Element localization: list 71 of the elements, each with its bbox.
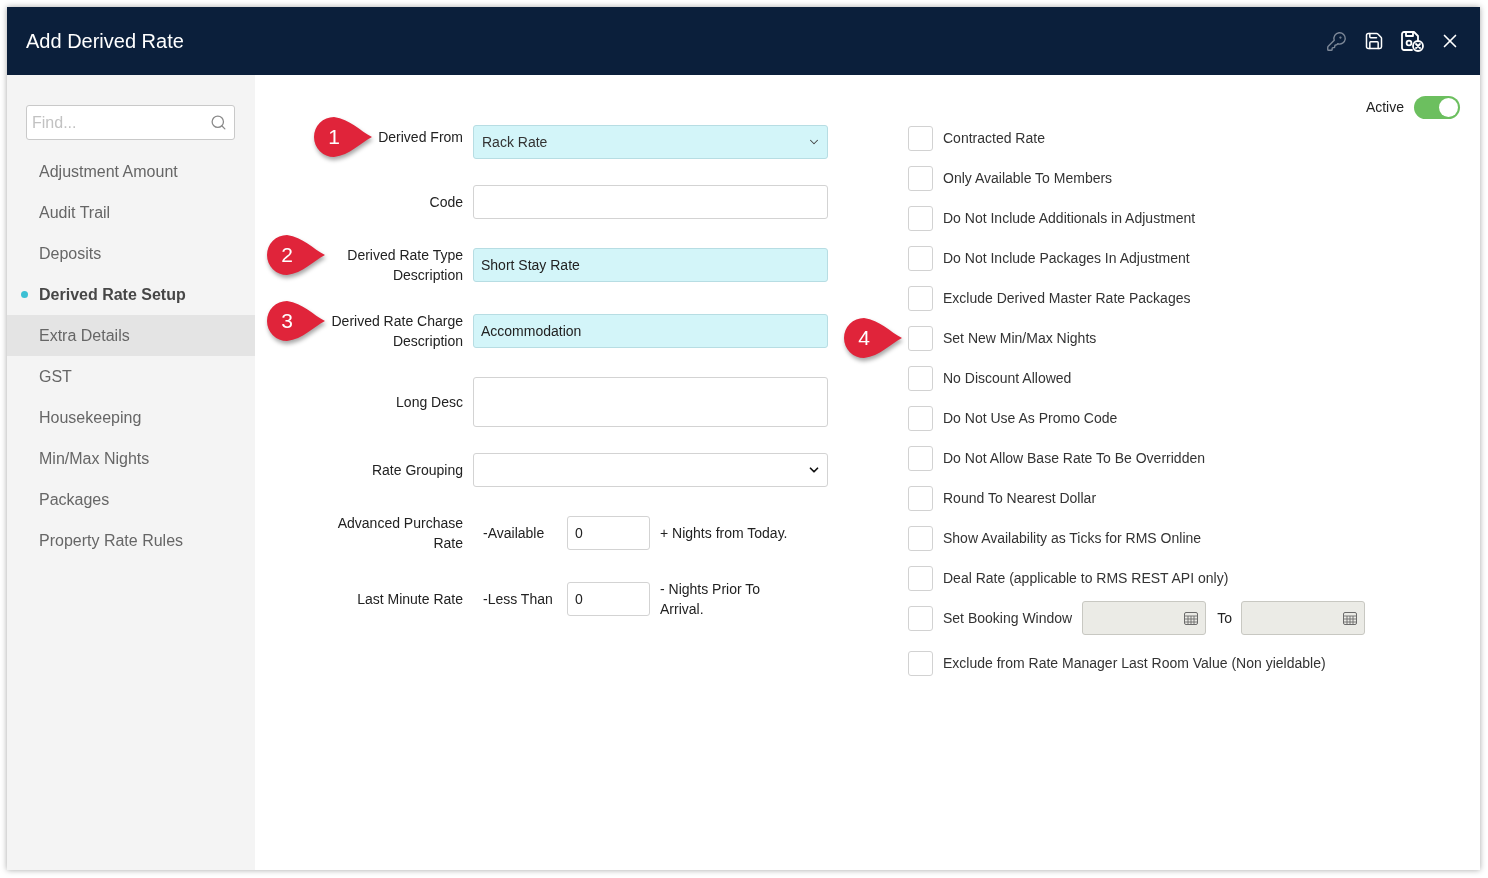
window-title: Add Derived Rate (26, 29, 184, 53)
field-suffix: - Nights Prior To Arrival. (660, 580, 762, 619)
field-label: Last Minute Rate (357, 590, 463, 609)
option-label: Set New Min/Max Nights (943, 330, 1097, 346)
checkbox[interactable] (908, 365, 933, 391)
field-prefix: -Available (483, 525, 546, 541)
field-label: Derived Rate Charge Description (331, 312, 463, 351)
date-field[interactable] (1082, 601, 1207, 635)
field-label: Rate Grouping (371, 461, 463, 480)
checkbox[interactable] (908, 485, 933, 511)
sidebar-item[interactable]: Extra Details (7, 315, 255, 356)
field-label: Derived Rate Type Description (346, 246, 463, 285)
select-field[interactable] (473, 453, 828, 487)
to-label: To (1217, 610, 1232, 626)
option-label: Show Availability as Ticks for RMS Online (943, 530, 1202, 546)
textarea-field[interactable] (473, 377, 828, 427)
option-label: Exclude from Rate Manager Last Room Value (Non yieldable) (943, 655, 1326, 671)
calendar-icon (1184, 611, 1199, 625)
date-field[interactable] (1241, 601, 1365, 635)
option-label: Do Not Include Packages In Adjustment (943, 250, 1190, 266)
key-icon (1325, 30, 1347, 52)
select-field[interactable]: Rack Rate (473, 125, 828, 159)
sidebar-item[interactable]: Packages (7, 479, 255, 520)
search-icon (210, 114, 227, 131)
sidebar-item[interactable]: Housekeeping (7, 397, 255, 438)
checkbox[interactable] (908, 565, 933, 591)
sidebar-item[interactable]: Derived Rate Setup (7, 274, 255, 315)
field-label: Advanced Purchase Rate (336, 514, 463, 553)
field-prefix: -Less Than (483, 591, 554, 607)
active-toggle[interactable] (1414, 95, 1460, 119)
checkbox[interactable] (908, 325, 933, 351)
checkbox[interactable] (908, 445, 933, 471)
toggle-label: Active (1365, 99, 1404, 115)
checkbox[interactable] (908, 165, 933, 191)
calendar-icon (1343, 611, 1357, 625)
sidebar-item[interactable]: Deposits (7, 233, 255, 274)
option-label: Set Booking Window (943, 610, 1073, 626)
option-label: Do Not Use As Promo Code (943, 410, 1118, 426)
option-label: Do Not Include Additionals in Adjustment (943, 210, 1196, 226)
option-label: Deal Rate (applicable to RMS REST API only) (943, 570, 1229, 586)
search-field[interactable]: Find... (26, 105, 235, 140)
text-field[interactable]: Short Stay Rate (473, 248, 828, 282)
text-field[interactable] (473, 185, 828, 219)
sidebar-item[interactable]: Property Rate Rules (7, 520, 255, 561)
sidebar-item[interactable]: Audit Trail (7, 192, 255, 233)
option-label: Contracted Rate (943, 130, 1045, 146)
checkbox[interactable] (908, 525, 933, 551)
field-label: Code (429, 193, 463, 212)
field-label: Derived From (378, 127, 463, 147)
checkbox[interactable] (908, 650, 933, 676)
checkbox[interactable] (908, 405, 933, 431)
option-label: Exclude Derived Master Rate Packages (943, 290, 1191, 306)
sidebar-item[interactable]: Adjustment Amount (7, 151, 255, 192)
sidebar-item[interactable]: Min/Max Nights (7, 438, 255, 479)
dot-icon (21, 291, 28, 298)
checkbox[interactable] (908, 125, 933, 151)
floppy-disk-x-icon (1400, 30, 1424, 52)
option-label: Round To Nearest Dollar (943, 490, 1097, 506)
number-field[interactable]: 0 (567, 516, 650, 550)
checkbox[interactable] (908, 285, 933, 311)
option-label: No Discount Allowed (943, 370, 1072, 386)
field-suffix: + Nights from Today. (660, 524, 788, 543)
number-field[interactable]: 0 (567, 582, 650, 616)
field-label: Long Desc (396, 393, 463, 412)
checkbox[interactable] (908, 205, 933, 231)
option-label: Do Not Allow Base Rate To Be Overridden (943, 450, 1205, 466)
option-label: Only Available To Members (943, 170, 1113, 186)
sidebar-item[interactable]: GST (7, 356, 255, 397)
text-field[interactable]: Accommodation (473, 314, 828, 348)
checkbox[interactable] (908, 605, 933, 631)
checkbox[interactable] (908, 245, 933, 271)
